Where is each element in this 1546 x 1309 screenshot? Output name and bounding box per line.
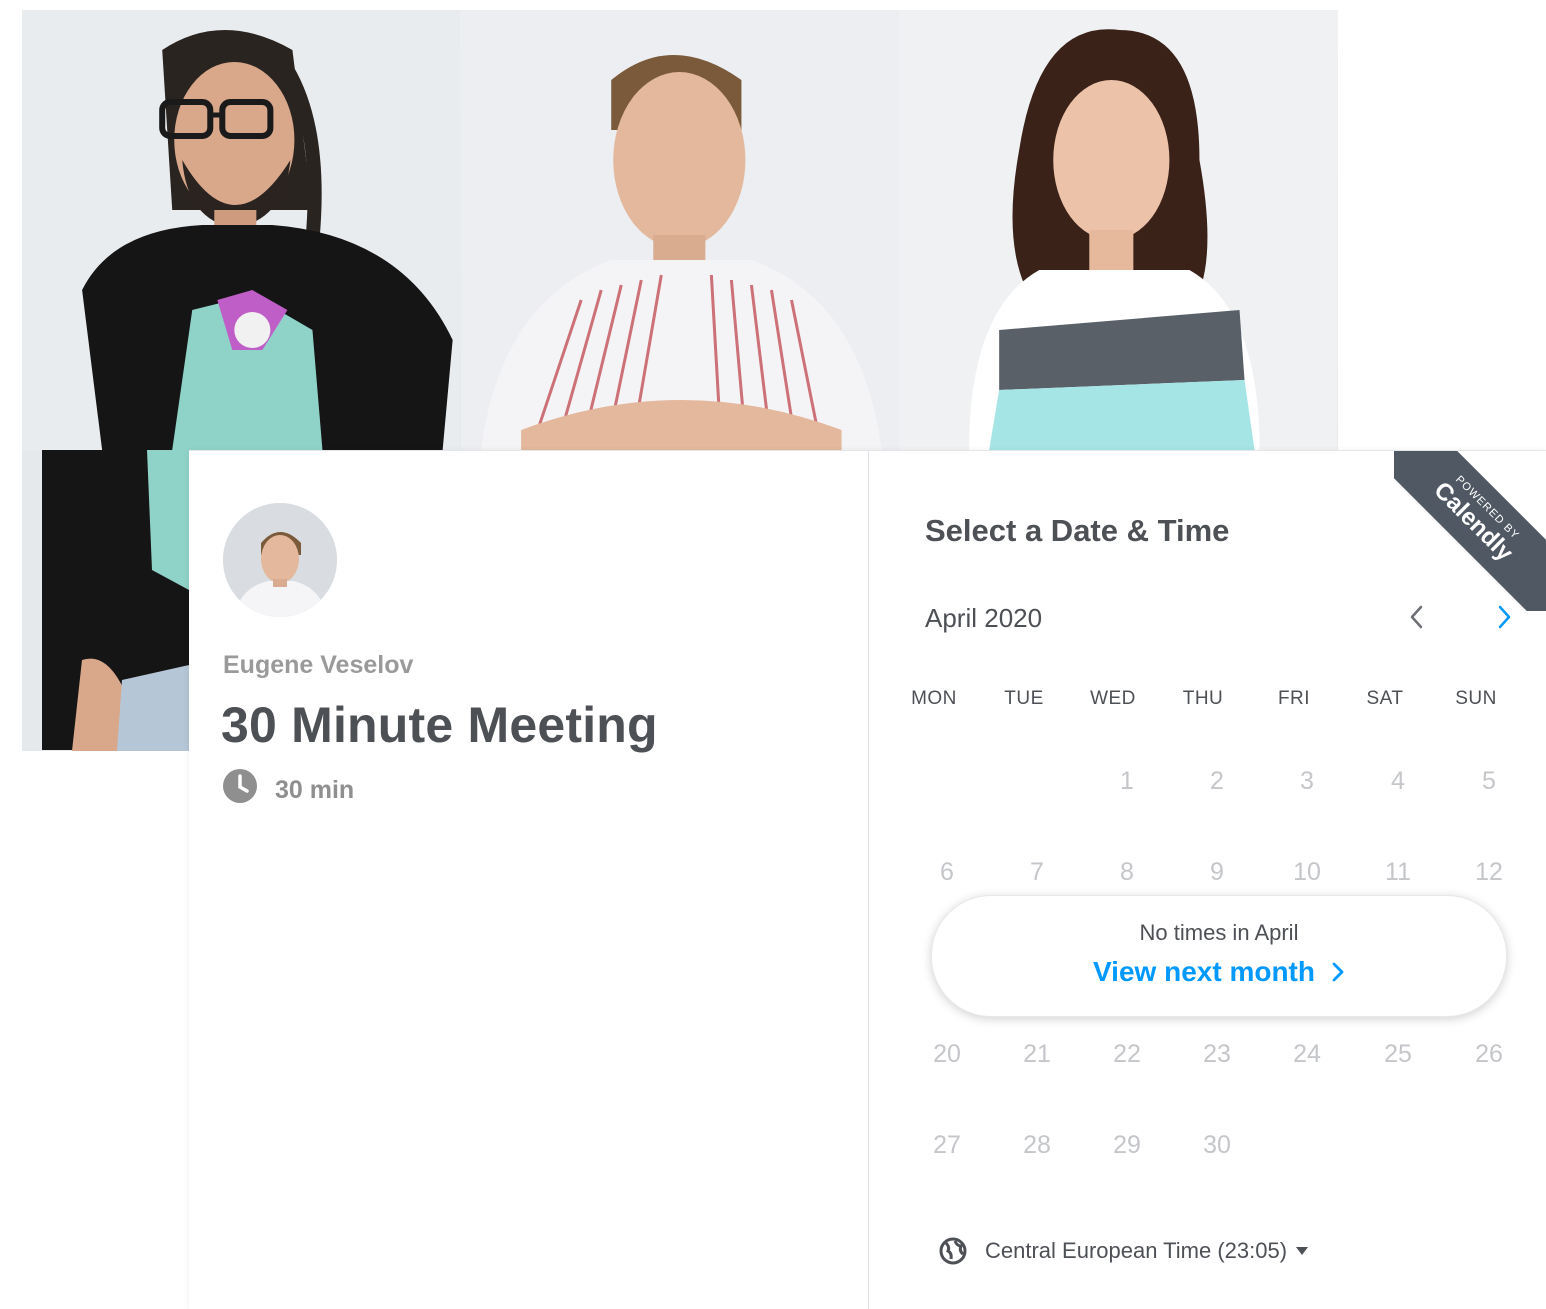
timezone-label: Central European Time (23:05) bbox=[985, 1238, 1288, 1263]
calendar-day: 5 bbox=[1482, 767, 1496, 795]
calendar-day: 22 bbox=[1113, 1040, 1141, 1068]
weekday-tue: TUE bbox=[1004, 688, 1044, 709]
powered-by-calendly-badge[interactable]: POWERED BY Calendly bbox=[1394, 451, 1546, 611]
date-picker-pane: Select a Date & Time April 2020 MON TUE … bbox=[869, 451, 1546, 1309]
event-duration: 30 min bbox=[223, 766, 354, 805]
view-next-month-label: View next month bbox=[1093, 956, 1315, 987]
caret-down-icon bbox=[1296, 1247, 1309, 1255]
section-title: Select a Date & Time bbox=[925, 513, 1230, 548]
calendar-day: 4 bbox=[1391, 767, 1405, 795]
scheduling-widget: Eugene Veselov 30 Minute Meeting 30 min … bbox=[189, 450, 1546, 1309]
calendar-day: 2 bbox=[1210, 767, 1224, 795]
weekday-sun: SUN bbox=[1455, 688, 1497, 709]
team-photo-1 bbox=[22, 10, 461, 450]
calendar-day: 24 bbox=[1293, 1040, 1321, 1068]
timezone-selector[interactable]: Central European Time (23:05) bbox=[939, 1237, 1309, 1265]
calendar-day: 30 bbox=[1203, 1131, 1231, 1159]
event-title: 30 Minute Meeting bbox=[221, 697, 658, 753]
owner-name: Eugene Veselov bbox=[223, 651, 414, 679]
no-times-message: No times in April bbox=[1139, 920, 1299, 945]
calendar-day: 12 bbox=[1475, 858, 1503, 886]
team-photo-1-extension bbox=[22, 450, 189, 751]
weekday-wed: WED bbox=[1090, 688, 1136, 709]
weekday-sat: SAT bbox=[1366, 688, 1404, 709]
duration-label: 30 min bbox=[275, 776, 355, 804]
clock-icon bbox=[223, 768, 257, 803]
calendar-day: 11 bbox=[1385, 858, 1411, 886]
calendar-day: 28 bbox=[1023, 1131, 1051, 1159]
calendar-day: 6 bbox=[940, 858, 954, 886]
month-label: April 2020 bbox=[925, 603, 1043, 633]
view-next-month-link[interactable]: View next month bbox=[932, 956, 1506, 988]
team-photo-3 bbox=[899, 10, 1338, 450]
calendar-day: 26 bbox=[1475, 1040, 1503, 1068]
calendar-day: 29 bbox=[1113, 1131, 1141, 1159]
weekday-header: MON TUE WED THU FRI SAT SUN bbox=[901, 688, 1537, 718]
weekday-fri: FRI bbox=[1277, 688, 1311, 709]
calendar-day: 7 bbox=[1030, 858, 1044, 886]
calendar-day: 20 bbox=[933, 1040, 961, 1068]
calendar-day: 27 bbox=[933, 1131, 961, 1159]
event-details-pane: Eugene Veselov 30 Minute Meeting 30 min bbox=[189, 451, 869, 1309]
weekday-thu: THU bbox=[1182, 688, 1224, 709]
weekday-mon: MON bbox=[911, 688, 957, 709]
calendar-day: 23 bbox=[1203, 1040, 1231, 1068]
calendar-day: 3 bbox=[1300, 767, 1314, 795]
no-times-notice: No times in April View next month bbox=[931, 895, 1507, 1017]
calendar-day: 21 bbox=[1023, 1040, 1051, 1068]
calendar-day: 1 bbox=[1120, 767, 1134, 795]
chevron-right-icon bbox=[1332, 962, 1344, 982]
calendar-day: 9 bbox=[1210, 858, 1224, 886]
globe-icon bbox=[939, 1237, 967, 1265]
calendar-day: 10 bbox=[1293, 858, 1321, 886]
avatar bbox=[223, 503, 337, 617]
calendar-day: 8 bbox=[1120, 858, 1134, 886]
calendar-day: 25 bbox=[1384, 1040, 1412, 1068]
calendly-ribbon: POWERED BY Calendly bbox=[1394, 451, 1546, 611]
team-photos bbox=[22, 10, 1338, 450]
team-photo-2 bbox=[460, 10, 900, 450]
